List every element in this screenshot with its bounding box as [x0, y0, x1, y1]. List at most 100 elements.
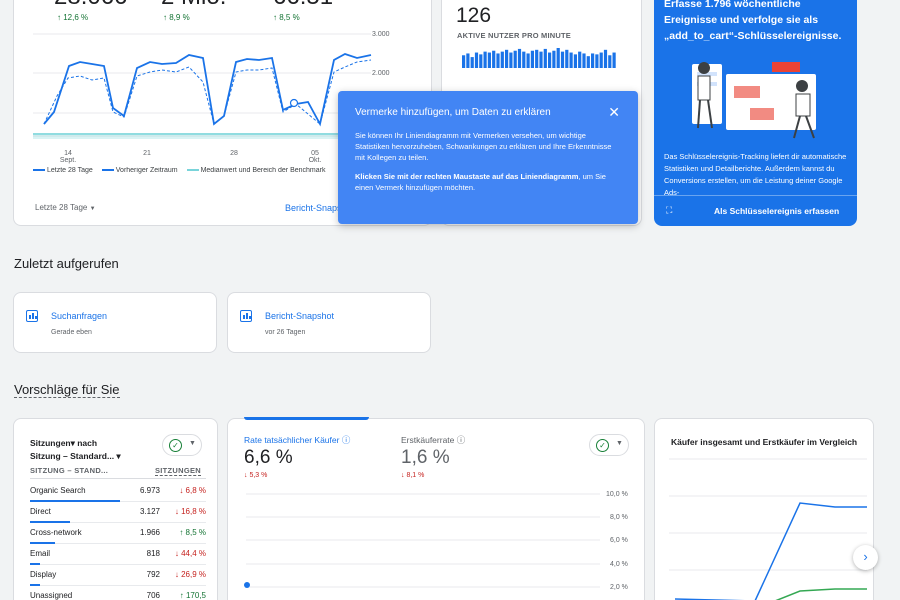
compare-toggle[interactable]: ✓ ▼ — [162, 434, 202, 456]
recent-item[interactable]: Suchanfragen Gerade eben — [13, 292, 217, 353]
recent-item-title: Bericht-Snapshot — [265, 311, 335, 321]
table-row[interactable]: Direct 3.127 ↓ 16,8 % — [30, 502, 206, 523]
y-tick-label: 3.000 — [372, 31, 390, 38]
row-change: ↑ 170,5 — [179, 591, 206, 600]
realtime-bar — [612, 52, 616, 68]
realtime-bar — [543, 48, 547, 68]
metric-change: ↓ 8,1 % — [401, 472, 425, 479]
realtime-bar — [505, 49, 509, 68]
report-icon — [240, 310, 252, 322]
realtime-bar — [578, 51, 582, 68]
y-tick-label: 4,0 % — [610, 561, 628, 568]
metric-value: 28.066 — [54, 0, 127, 11]
row-value: 706 — [146, 591, 160, 600]
row-value: 792 — [146, 570, 160, 579]
row-label: Direct — [30, 507, 51, 516]
annotation-tooltip: Vermerke hinzufügen, um Daten zu erkläre… — [338, 91, 638, 224]
row-value: 3.127 — [139, 507, 160, 516]
realtime-bar — [565, 49, 569, 68]
y-tick-label: 10,0 % — [606, 491, 628, 498]
row-value: 6.973 — [139, 486, 160, 495]
chevron-down-icon: ▼ — [189, 440, 196, 447]
row-change: ↑ 8,5 % — [179, 528, 206, 537]
promo-illustration — [692, 62, 816, 139]
row-label: Email — [30, 549, 51, 558]
table-row[interactable]: Email 818 ↓ 44,4 % — [30, 544, 206, 565]
realtime-bar — [483, 51, 487, 68]
realtime-bar — [560, 51, 565, 68]
table-row[interactable]: Unassigned 706 ↑ 170,5 — [30, 586, 206, 600]
realtime-bar — [479, 54, 483, 68]
y-tick-label: 2,0 % — [610, 584, 628, 591]
recent-item[interactable]: Bericht-Snapshot vor 26 Tagen — [227, 292, 431, 353]
realtime-bar — [462, 55, 466, 68]
suggestions-section-title: Vorschläge für Sie — [14, 382, 120, 398]
tooltip-title: Vermerke hinzufügen, um Daten zu erkläre… — [355, 107, 551, 118]
chart-data-point — [244, 582, 250, 588]
realtime-bar — [474, 52, 479, 68]
report-snapshot-link[interactable]: Bericht-Snapshot ansehen — [285, 203, 345, 213]
row-label: Unassigned — [30, 591, 73, 600]
realtime-bar — [591, 53, 595, 68]
realtime-bar — [487, 52, 491, 68]
row-label: Organic Search — [30, 486, 86, 495]
row-label: Display — [30, 570, 57, 579]
promo-title: Erfasse 1.796 wöchentliche Ereignisse un… — [664, 0, 842, 42]
realtime-bar — [552, 50, 556, 68]
realtime-bar — [526, 53, 530, 68]
realtime-bar — [530, 50, 534, 68]
row-value: 818 — [146, 549, 160, 558]
realtime-bar — [569, 52, 573, 68]
expand-icon[interactable]: ⛶ — [666, 205, 672, 216]
chart-data-point — [289, 98, 299, 108]
table-row[interactable]: Display 792 ↓ 26,9 % — [30, 565, 206, 586]
realtime-bar-chart — [462, 48, 616, 68]
chart-legend: Letzte 28 Tage Vorheriger Zeitraum Media… — [33, 167, 353, 174]
row-change: ↓ 6,8 % — [179, 486, 206, 495]
purchaser-rate-chart[interactable] — [228, 484, 646, 600]
realtime-bar — [595, 54, 599, 68]
table-row[interactable]: Organic Search 6.973 ↓ 6,8 % — [30, 481, 206, 502]
y-tick-label: 8,0 % — [610, 514, 628, 521]
column-header: SITZUNG – STAND... — [30, 466, 109, 475]
tooltip-body: Sie können Ihr Liniendiagramm mit Vermer… — [355, 131, 612, 162]
realtime-bar — [500, 51, 504, 68]
mark-as-key-event-button[interactable]: Als Schlüsselereignis erfassen — [714, 206, 839, 216]
realtime-bar — [466, 53, 470, 68]
realtime-bar — [509, 52, 513, 68]
row-change: ↓ 26,9 % — [174, 570, 206, 579]
card-title: Käufer insgesamt und Erstkäufer im Vergl… — [671, 437, 858, 447]
key-event-promo-card: Erfasse 1.796 wöchentliche Ereignisse un… — [654, 0, 857, 226]
realtime-bar — [470, 57, 474, 68]
row-label: Cross-network — [30, 528, 82, 537]
y-tick-label: 2.000 — [372, 70, 390, 77]
realtime-bar — [496, 53, 500, 68]
report-icon — [26, 310, 38, 322]
check-circle-icon: ✓ — [169, 439, 182, 452]
metric-value: 1,6 % — [401, 447, 450, 468]
metric-tab-label[interactable]: Erstkäuferrate ⓘ — [401, 434, 465, 446]
next-arrow-button[interactable]: › — [853, 545, 878, 570]
metric-value: 2 Mio. — [161, 0, 226, 11]
compare-toggle[interactable]: ✓ ▼ — [589, 434, 629, 456]
realtime-bar — [517, 48, 522, 68]
buyers-comparison-card: Käufer insgesamt und Erstkäufer im Vergl… — [654, 418, 874, 600]
realtime-bar — [573, 54, 577, 68]
realtime-bar — [539, 51, 543, 68]
purchaser-rate-card: Rate tatsächlicher Käufer ⓘ 6,6 % ↓ 5,3 … — [227, 417, 646, 600]
date-range-selector[interactable]: Letzte 28 Tage ▼ — [35, 203, 96, 212]
help-icon: ⓘ — [341, 435, 351, 445]
metric-tab-label[interactable]: Rate tatsächlicher Käufer ⓘ — [244, 434, 350, 446]
row-change: ↓ 44,4 % — [174, 549, 206, 558]
x-tick-label: 21 — [143, 150, 151, 157]
metric-change: ↓ 5,3 % — [244, 472, 268, 479]
card-header[interactable]: Sitzungen▾ nach Sitzung – Standard... ▾ — [30, 437, 121, 463]
total-buyers-line — [674, 502, 867, 600]
sessions-by-channel-card: Sitzungen▾ nach Sitzung – Standard... ▾ … — [13, 418, 218, 600]
recent-item-title: Suchanfragen — [51, 311, 108, 321]
recent-item-subtitle: Gerade eben — [51, 329, 92, 336]
table-row[interactable]: Cross-network 1.966 ↑ 8,5 % — [30, 523, 206, 544]
close-icon[interactable]: ✕ — [608, 105, 620, 119]
buyers-line-chart[interactable] — [655, 449, 874, 600]
metric-value: 66:51 — [273, 0, 333, 11]
